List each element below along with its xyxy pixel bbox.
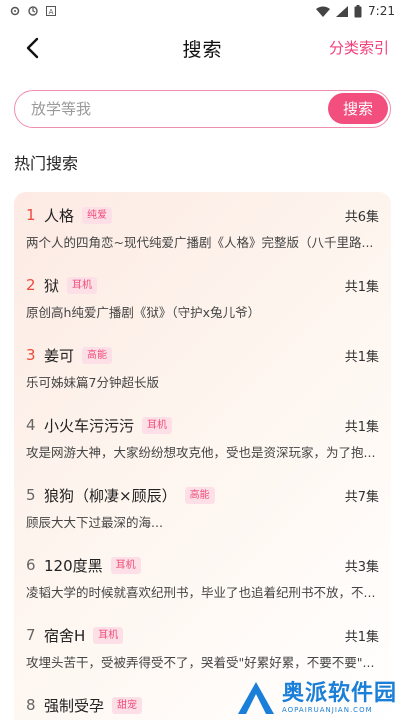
episode-count: 共7集 (344, 489, 379, 505)
search-bar: 搜索 (14, 90, 391, 128)
item-title: 宿舍H (44, 626, 86, 645)
svg-text:A: A (49, 8, 54, 16)
rank-number: 3 (26, 346, 36, 364)
watermark: 奥派软件园 AOPAIRUANJIAN.COM (236, 680, 397, 716)
list-item[interactable]: 2 狱 耳机 共1集 原创高h纯爱广播剧《狱》（守护x兔儿爷） (14, 262, 391, 332)
a-icon: A (46, 6, 56, 16)
episode-count: 共1集 (344, 279, 379, 295)
item-tag: 耳机 (93, 626, 124, 644)
page-title: 搜索 (182, 38, 223, 61)
episode-count: 共1集 (344, 419, 379, 435)
item-title: 姜可 (44, 346, 75, 365)
list-item[interactable]: 5 狼狗（柳凄×顾辰） 高能 共7集 顾辰大大下过最深的海... (14, 472, 391, 542)
rank-number: 6 (26, 556, 36, 574)
item-tag: 高能 (184, 486, 215, 504)
hot-search-title: 热门搜索 (14, 154, 79, 173)
status-time: 7:21 (368, 4, 395, 18)
search-button[interactable]: 搜索 (328, 93, 388, 124)
rank-number: 2 (26, 276, 36, 294)
item-description: 凌韬大学的时候就喜欢纪刑书，毕业了也追着纪刑书不放，不... (26, 585, 376, 600)
hot-search-list: 1 人格 纯爱 共6集 两个人的四角恋~现代纯爱广播剧《人格》完整版（八千里路.… (14, 192, 391, 720)
item-tag: 纯爱 (82, 206, 113, 224)
status-bar: A 7:21 (0, 0, 405, 22)
episode-count: 共6集 (344, 209, 379, 225)
rank-number: 4 (26, 416, 36, 434)
watermark-logo-icon (237, 682, 274, 714)
rank-number: 8 (26, 696, 36, 714)
list-item[interactable]: 1 人格 纯爱 共6集 两个人的四角恋~现代纯爱广播剧《人格》完整版（八千里路.… (14, 192, 391, 262)
item-tag: 高能 (82, 346, 113, 364)
item-description: 原创高h纯爱广播剧《狱》（守护x兔儿爷） (26, 305, 261, 320)
item-description: 乐可姊妹篇7分钟超长版 (26, 375, 159, 390)
item-title: 强制受孕 (44, 696, 105, 715)
item-title: 120度黑 (44, 556, 103, 575)
list-item[interactable]: 4 小火车污污污 耳机 共1集 攻是网游大神，大家纷纷想攻克他，受也是资深玩家，… (14, 402, 391, 472)
back-button[interactable] (18, 34, 46, 62)
item-description: 两个人的四角恋~现代纯爱广播剧《人格》完整版（八千里路... (26, 235, 374, 250)
category-index-link[interactable]: 分类索引 (329, 37, 389, 58)
rank-number: 7 (26, 626, 36, 644)
circle-icon (28, 6, 38, 16)
item-description: 顾辰大大下过最深的海... (26, 515, 163, 530)
item-tag: 耳机 (110, 556, 141, 574)
signal-icon (336, 5, 349, 17)
status-right-icons: 7:21 (316, 4, 395, 18)
item-tag: 耳机 (142, 416, 173, 434)
list-item[interactable]: 3 姜可 高能 共1集 乐可姊妹篇7分钟超长版 (14, 332, 391, 402)
item-title: 小火车污污污 (44, 416, 135, 435)
watermark-subtext: AOPAIRUANJIAN.COM (281, 706, 373, 714)
episode-count: 共1集 (344, 349, 379, 365)
episode-count: 共3集 (344, 559, 379, 575)
episode-count: 共1集 (344, 629, 379, 645)
item-description: 攻是网游大神，大家纷纷想攻克他，受也是资深玩家，为了抱... (26, 445, 376, 460)
wifi-icon (316, 6, 331, 17)
back-arrow-icon (26, 37, 39, 59)
item-tag: 耳机 (67, 276, 98, 294)
item-tag: 甜宠 (112, 696, 143, 714)
status-left-icons: A (10, 6, 56, 16)
rank-number: 1 (26, 206, 36, 224)
battery-icon (354, 4, 362, 17)
list-item[interactable]: 7 宿舍H 耳机 共1集 攻埋头苦干，受被弄得受不了，哭着受"好累好累，不要不要… (14, 612, 391, 682)
watermark-text: 奥派软件园 (281, 681, 397, 706)
item-title: 狼狗（柳凄×顾辰） (44, 486, 177, 505)
item-title: 狱 (44, 276, 60, 295)
list-item[interactable]: 6 120度黑 耳机 共3集 凌韬大学的时候就喜欢纪刑书，毕业了也追着纪刑书不放… (14, 542, 391, 612)
settings-icon (10, 6, 20, 16)
item-description: 攻埋头苦干，受被弄得受不了，哭着受"好累好累，不要不要"... (26, 655, 375, 670)
rank-number: 5 (26, 486, 36, 504)
header: 搜索 分类索引 (0, 22, 405, 74)
item-title: 人格 (44, 206, 75, 225)
